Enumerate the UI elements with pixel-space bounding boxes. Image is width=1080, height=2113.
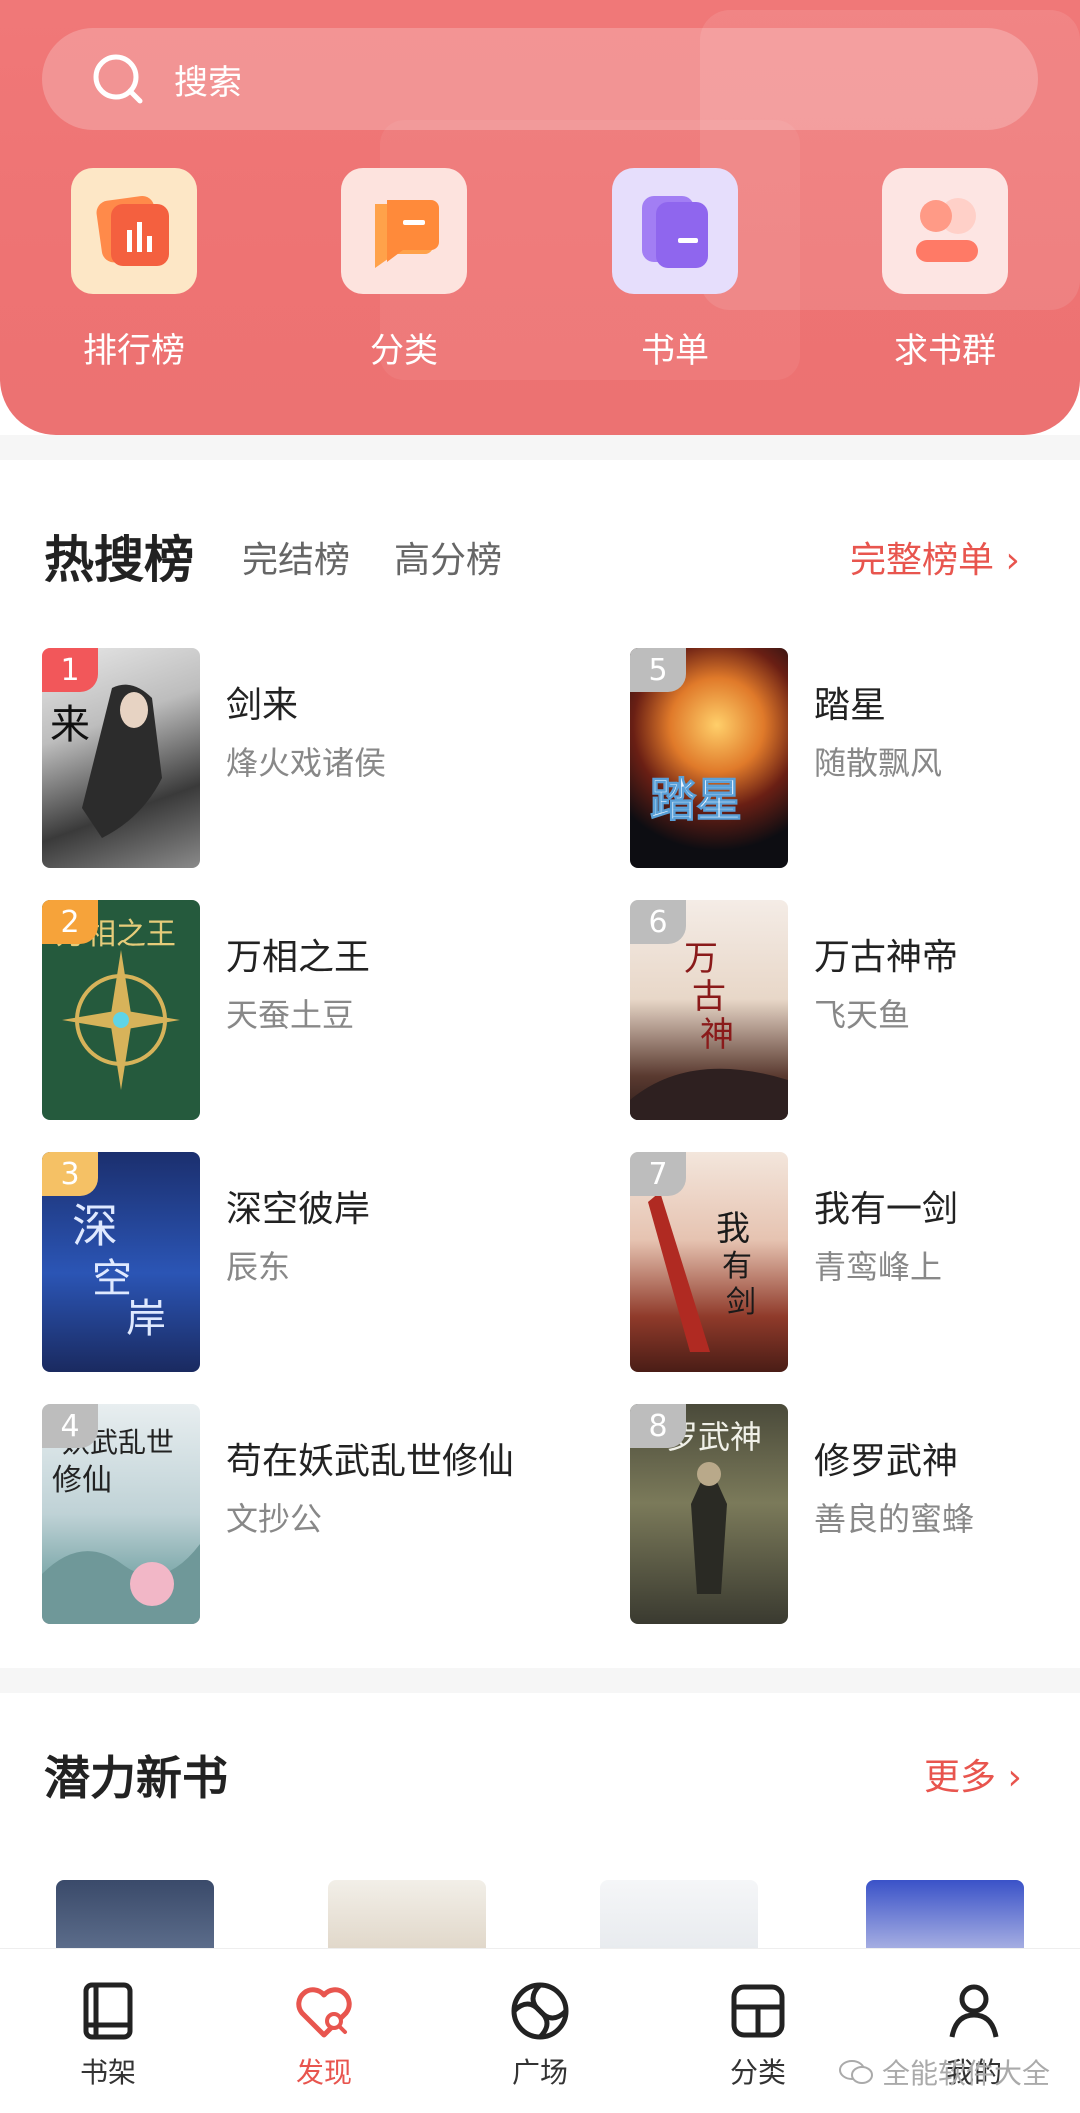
quick-entry-label: 书单	[641, 331, 709, 371]
svg-text:神: 神	[700, 1015, 734, 1055]
book-title: 苟在妖武乱世修仙	[226, 1441, 515, 1482]
category-icon	[341, 168, 467, 294]
book-author: 辰东	[226, 1248, 291, 1286]
tab-label: 分类	[729, 2056, 786, 2089]
more-link[interactable]: 更多 ›	[924, 1748, 1022, 1800]
book-item[interactable]: 妖武乱世 修仙 4 苟在妖武乱世修仙 文抄公	[42, 1404, 602, 1626]
book-title: 万古神帝	[814, 937, 959, 978]
bookshelf-icon	[76, 1979, 140, 2043]
tab-category[interactable]: 分类	[688, 1979, 828, 2091]
svg-text:踏星: 踏星	[650, 773, 742, 827]
svg-text:古: 古	[692, 977, 726, 1017]
search-bar[interactable]: 搜索	[42, 28, 1038, 130]
book-item[interactable]: 深空岸 3 深空彼岸 辰东	[42, 1152, 602, 1374]
book-item[interactable]: 万古神 6 万古神帝 飞天鱼	[630, 900, 1080, 1122]
booklist-icon	[612, 168, 738, 294]
rank-badge: 4	[42, 1404, 98, 1448]
wechat-icon	[838, 2058, 874, 2086]
rank-badge: 5	[630, 648, 686, 692]
book-author: 随散飘风	[814, 744, 943, 782]
svg-text:万: 万	[684, 939, 718, 979]
group-icon	[882, 168, 1008, 294]
rank-badge: 7	[630, 1152, 686, 1196]
plaza-icon	[508, 1979, 572, 2043]
quick-entry-label: 排行榜	[83, 331, 185, 371]
book-item[interactable]: 万相之王 2 万相之王 天蚕土豆	[42, 900, 602, 1122]
svg-text:修仙: 修仙	[52, 1463, 112, 1498]
svg-text:岸: 岸	[126, 1296, 166, 1342]
header-banner: 搜索 排行榜 分类 书单 求书群	[0, 0, 1080, 435]
book-author: 青鸾峰上	[814, 1248, 943, 1286]
search-icon	[90, 51, 146, 107]
book-title: 万相之王	[226, 937, 371, 978]
quick-entry-label: 分类	[370, 331, 438, 371]
svg-text:来: 来	[50, 702, 90, 748]
book-title: 剑来	[226, 685, 299, 726]
tab-label: 书架	[79, 2056, 136, 2089]
section-divider	[0, 1668, 1080, 1693]
book-title: 我有一剑	[814, 1189, 959, 1230]
quick-entry-rank[interactable]: 排行榜	[71, 168, 197, 371]
rank-badge: 1	[42, 648, 98, 692]
tab-discover[interactable]: 发现	[254, 1979, 394, 2091]
quick-entry-category[interactable]: 分类	[341, 168, 467, 371]
svg-text:有: 有	[722, 1249, 752, 1284]
profile-icon	[942, 1979, 1006, 2043]
book-author: 文抄公	[226, 1500, 323, 1538]
book-author: 天蚕土豆	[226, 996, 355, 1034]
rank-badge: 6	[630, 900, 686, 944]
section-title-hot[interactable]: 热搜榜	[44, 520, 194, 592]
book-author: 飞天鱼	[814, 996, 911, 1034]
book-author: 善良的蜜蜂	[814, 1500, 975, 1538]
tab-label: 发现	[295, 2056, 352, 2089]
book-item[interactable]: 我有剑 7 我有一剑 青鸾峰上	[630, 1152, 1080, 1374]
rank-badge: 2	[42, 900, 98, 944]
watermark-text: 全能软件大全	[882, 2057, 1051, 2090]
quick-entry-group[interactable]: 求书群	[882, 168, 1008, 371]
svg-text:深: 深	[72, 1199, 118, 1253]
book-item[interactable]: 来 1 剑来 烽火戏诸侯	[42, 648, 602, 870]
rank-badge: 3	[42, 1152, 98, 1196]
tab-label: 广场	[511, 2056, 568, 2089]
full-list-link[interactable]: 完整榜单 ›	[850, 531, 1020, 583]
book-title: 踏星	[814, 685, 887, 726]
section-divider	[0, 435, 1080, 460]
tab-plaza[interactable]: 广场	[470, 1979, 610, 2091]
book-item[interactable]: 罗武神 8 修罗武神 善良的蜜蜂	[630, 1404, 1080, 1626]
tab-finished[interactable]: 完结榜	[242, 531, 350, 583]
tab-bookshelf[interactable]: 书架	[38, 1979, 178, 2091]
discover-icon	[292, 1979, 356, 2043]
rank-icon	[71, 168, 197, 294]
rank-badge: 8	[630, 1404, 686, 1448]
tab-high-score[interactable]: 高分榜	[394, 531, 502, 583]
book-title: 修罗武神	[814, 1441, 959, 1482]
svg-text:我: 我	[716, 1209, 750, 1249]
section-title-new-books: 潜力新书	[44, 1751, 228, 1805]
watermark: 全能软件大全	[838, 2052, 1050, 2092]
search-placeholder: 搜索	[174, 62, 242, 103]
quick-entry-booklist[interactable]: 书单	[612, 168, 738, 371]
category-tab-icon	[726, 1979, 790, 2043]
svg-text:剑: 剑	[726, 1285, 756, 1320]
book-title: 深空彼岸	[226, 1189, 371, 1230]
book-item[interactable]: 踏星 5 踏星 随散飘风	[630, 648, 1080, 870]
quick-entry-label: 求书群	[894, 331, 996, 371]
book-author: 烽火戏诸侯	[226, 744, 387, 782]
